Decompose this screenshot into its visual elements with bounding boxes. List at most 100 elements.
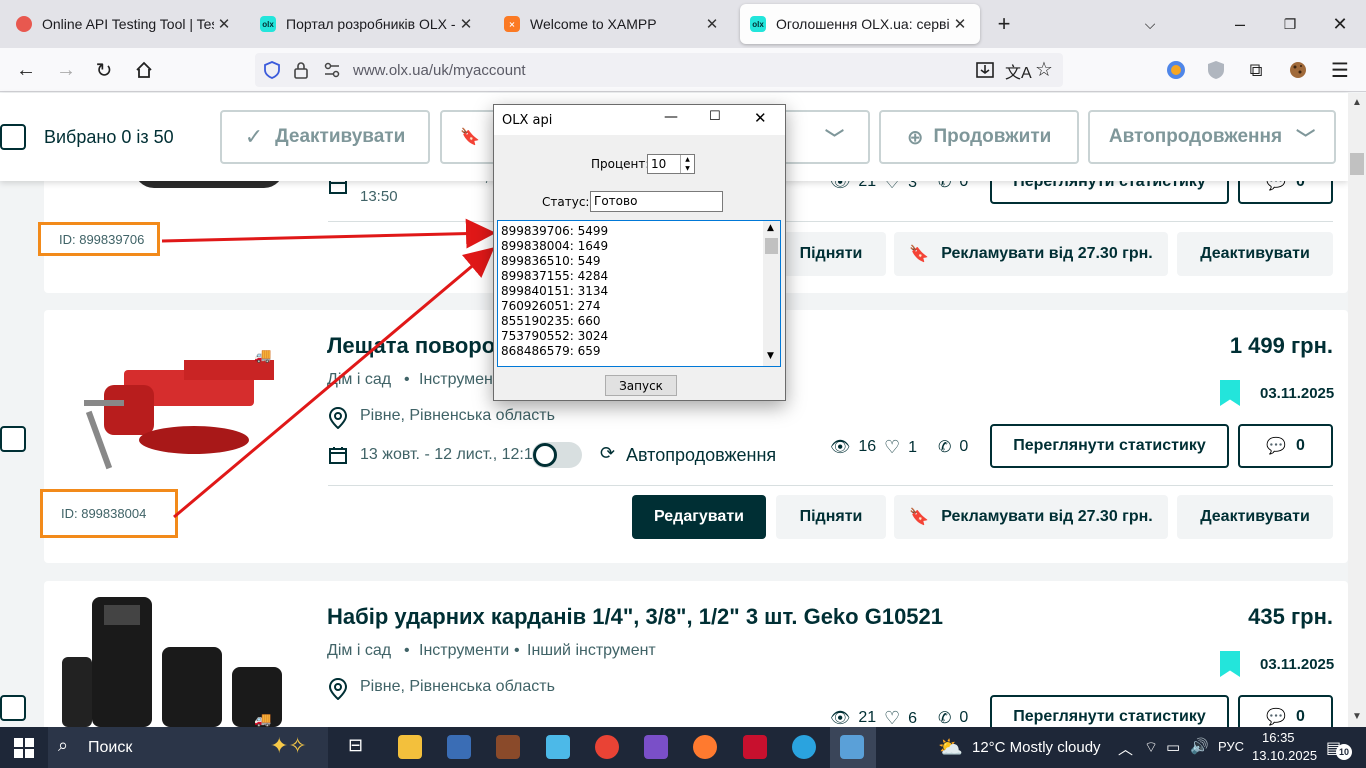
scrollbar-thumb[interactable] bbox=[1350, 153, 1364, 175]
tab-olx-ads[interactable]: olx Оголошення OLX.ua: сервіс ог ✕ bbox=[740, 4, 980, 44]
tray-chevron-icon[interactable]: ︿ bbox=[1118, 738, 1133, 759]
result-row[interactable]: 868486579: 659 bbox=[498, 344, 780, 359]
results-listbox[interactable]: 899839706: 5499 899838004: 1649 89983651… bbox=[497, 220, 781, 367]
battery-icon[interactable]: ▭ bbox=[1166, 738, 1180, 756]
tab-api-testing[interactable]: Online API Testing Tool | Test Yo ✕ bbox=[6, 4, 244, 44]
arrow-to-second-id bbox=[173, 247, 495, 519]
select-all-checkbox[interactable] bbox=[0, 124, 26, 150]
active-app-slot[interactable] bbox=[830, 727, 876, 768]
result-row[interactable]: 753790552: 3024 bbox=[498, 329, 780, 344]
scrollbar-thumb[interactable] bbox=[765, 238, 778, 254]
weather-text[interactable]: 12°C Mostly cloudy bbox=[972, 739, 1101, 756]
extensions-icon[interactable]: ⧉ bbox=[1242, 56, 1270, 84]
privacy-badger-icon[interactable] bbox=[1202, 56, 1230, 84]
close-icon[interactable]: ✕ bbox=[950, 15, 970, 33]
button-label: Деактивувати bbox=[275, 126, 406, 147]
reload-icon[interactable]: ↻ bbox=[90, 56, 118, 84]
new-tab-icon[interactable]: + bbox=[990, 10, 1018, 38]
weather-cloud-icon[interactable]: ⛅ bbox=[938, 735, 963, 760]
search-icon: ⌕ bbox=[58, 735, 69, 755]
taskbar-search[interactable]: ⌕ Поиск ✦✧ bbox=[48, 727, 328, 768]
bookmark-star-icon[interactable]: ☆ bbox=[1035, 57, 1053, 82]
result-row[interactable]: 899838004: 1649 bbox=[498, 239, 780, 254]
app-icon[interactable] bbox=[496, 735, 520, 759]
dialog-maximize-icon[interactable]: ☐ bbox=[709, 109, 721, 124]
olx-api-app-icon[interactable] bbox=[840, 735, 864, 759]
clock-date[interactable]: 13.10.2025 bbox=[1252, 748, 1317, 763]
bulk-promote-button[interactable]: 🔖 bbox=[440, 110, 500, 164]
close-icon[interactable]: ✕ bbox=[214, 15, 234, 33]
tab-xampp[interactable]: ⨯ Welcome to XAMPP ✕ bbox=[494, 4, 732, 44]
window-close-icon[interactable]: ✕ bbox=[1326, 10, 1354, 38]
scroll-up-icon[interactable]: ▲ bbox=[767, 223, 774, 233]
clock-time[interactable]: 16:35 bbox=[1262, 730, 1295, 745]
windows-taskbar: ⌕ Поиск ✦✧ ⊟ ⛅ 12°C Mostly cloudy ︿ ⌔ ▭ … bbox=[0, 727, 1366, 768]
virtualbox-icon[interactable] bbox=[546, 735, 570, 759]
volume-icon[interactable]: 🔊 bbox=[1190, 737, 1209, 755]
result-row[interactable]: 760926051: 274 bbox=[498, 299, 780, 314]
spin-down-icon[interactable]: ▼ bbox=[680, 164, 694, 173]
result-row[interactable]: 899836510: 549 bbox=[498, 254, 780, 269]
close-icon[interactable]: ✕ bbox=[456, 15, 476, 33]
remote-desktop-icon[interactable] bbox=[447, 735, 471, 759]
account-icon[interactable] bbox=[1162, 56, 1190, 84]
percent-spinbox[interactable]: 10 ▲ ▼ bbox=[647, 154, 695, 174]
tab-olx-developers[interactable]: olx Портал розробників OLX - До ✕ bbox=[250, 4, 486, 44]
xampp-icon: ⨯ bbox=[504, 16, 520, 32]
bulk-autoextend-dropdown[interactable]: Автопродовження ﹀ bbox=[1088, 110, 1336, 164]
visual-studio-icon[interactable] bbox=[644, 735, 668, 759]
scroll-down-icon[interactable]: ▼ bbox=[767, 351, 774, 361]
button-label: Автопродовження bbox=[1108, 126, 1283, 147]
dialog-title-bar[interactable]: OLX api — ☐ ✕ bbox=[494, 105, 785, 135]
bookmark-icon: 🔖 bbox=[460, 129, 480, 146]
tab-list-chevron-icon[interactable]: ⌵ bbox=[1136, 10, 1164, 38]
spin-up-icon[interactable]: ▲ bbox=[680, 155, 694, 164]
lock-icon[interactable] bbox=[293, 61, 309, 84]
olx-api-dialog: OLX api — ☐ ✕ Процент: 10 ▲ ▼ Статус: Го… bbox=[493, 104, 786, 401]
status-field[interactable]: Готово bbox=[590, 191, 723, 212]
bulk-deactivate-button[interactable]: ✓ Деактивувати bbox=[220, 110, 430, 164]
firefox-icon[interactable] bbox=[693, 735, 717, 759]
filezilla-icon[interactable] bbox=[743, 735, 767, 759]
menu-icon[interactable]: ☰ bbox=[1326, 56, 1354, 84]
site-permissions-icon[interactable] bbox=[323, 61, 341, 84]
task-view-icon[interactable]: ⊟ bbox=[348, 735, 372, 759]
result-row[interactable]: 899837155: 4284 bbox=[498, 269, 780, 284]
translate-icon[interactable]: 文A bbox=[1005, 59, 1032, 83]
dialog-close-icon[interactable]: ✕ bbox=[754, 109, 767, 127]
screen: Online API Testing Tool | Test Yo ✕ olx … bbox=[0, 0, 1366, 768]
bulk-extend-button[interactable]: ⊕ Продовжити bbox=[879, 110, 1079, 164]
telegram-icon[interactable] bbox=[792, 735, 816, 759]
plus-circle-icon: ⊕ bbox=[906, 126, 924, 149]
network-icon[interactable]: ⌔ bbox=[1144, 738, 1158, 757]
restore-icon[interactable]: ❐ bbox=[1276, 10, 1304, 38]
url-text[interactable]: www.olx.ua/uk/myaccount bbox=[353, 62, 526, 79]
address-bar[interactable]: www.olx.ua/uk/myaccount 文A ☆ bbox=[255, 53, 1063, 87]
dialog-minimize-icon[interactable]: — bbox=[664, 109, 678, 125]
browser-tab-bar: Online API Testing Tool | Test Yo ✕ olx … bbox=[0, 0, 1366, 48]
file-explorer-icon[interactable] bbox=[398, 735, 422, 759]
listbox-scrollbar[interactable]: ▲ ▼ bbox=[763, 221, 780, 366]
cookie-icon[interactable] bbox=[1284, 56, 1312, 84]
notifications-button[interactable]: ▤ 10 bbox=[1326, 738, 1352, 760]
forward-icon[interactable]: → bbox=[52, 56, 80, 84]
scroll-down-icon[interactable]: ▼ bbox=[1352, 711, 1362, 722]
back-icon[interactable]: ← bbox=[12, 56, 40, 84]
result-row[interactable]: 855190235: 660 bbox=[498, 314, 780, 329]
result-row[interactable]: 899839706: 5499 bbox=[498, 224, 780, 239]
language-indicator[interactable]: РУС bbox=[1218, 739, 1244, 754]
button-label: Продовжити bbox=[933, 126, 1052, 147]
run-button[interactable]: Запуск bbox=[605, 375, 677, 396]
chrome-icon[interactable] bbox=[595, 735, 619, 759]
close-icon[interactable]: ✕ bbox=[702, 15, 722, 33]
result-row[interactable]: 899840151: 3134 bbox=[498, 284, 780, 299]
minimize-icon[interactable]: – bbox=[1226, 10, 1254, 38]
tab-title: Online API Testing Tool | Test Yo bbox=[42, 16, 214, 32]
download-page-icon[interactable] bbox=[975, 60, 995, 85]
chevron-down-icon: ﹀ bbox=[824, 128, 844, 150]
page-scrollbar[interactable]: ▲ ▼ bbox=[1348, 93, 1366, 727]
windows-start-icon[interactable] bbox=[14, 738, 34, 763]
shield-icon[interactable] bbox=[263, 61, 281, 84]
scroll-up-icon[interactable]: ▲ bbox=[1352, 97, 1362, 108]
home-icon[interactable] bbox=[130, 56, 158, 84]
